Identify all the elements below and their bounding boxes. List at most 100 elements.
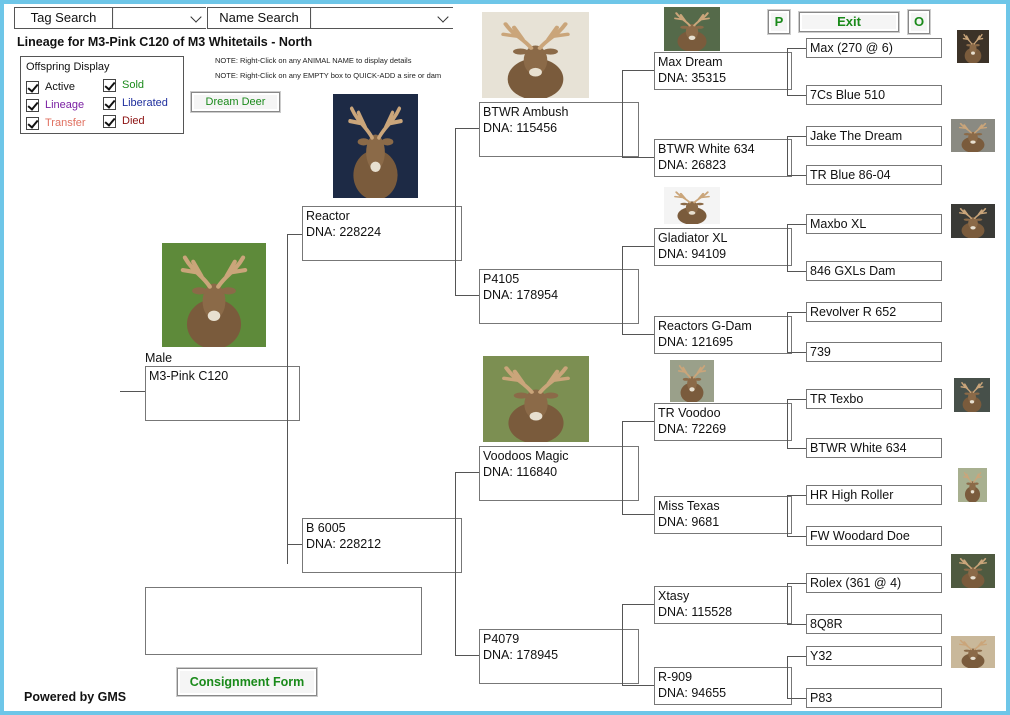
great-grandparent-box[interactable]: Miss Texas DNA: 9681: [654, 496, 792, 534]
animal-name[interactable]: R-909: [658, 669, 692, 685]
animal-name[interactable]: Max (270 @ 6): [810, 40, 893, 56]
animal-name[interactable]: TR Voodoo: [658, 405, 721, 421]
deer-photo[interactable]: [162, 243, 266, 347]
connector-line: [455, 655, 479, 656]
great-great-grandparent-box[interactable]: 8Q8R: [806, 614, 942, 634]
connector-line: [622, 604, 654, 605]
great-great-grandparent-box[interactable]: HR High Roller: [806, 485, 942, 505]
animal-name[interactable]: Revolver R 652: [810, 304, 896, 320]
deer-photo[interactable]: [951, 636, 995, 668]
grandparent-box[interactable]: Voodoos Magic DNA: 116840: [479, 446, 639, 501]
animal-name[interactable]: Maxbo XL: [810, 216, 866, 232]
offspring-checkbox[interactable]: [103, 115, 116, 128]
sire-dam-box[interactable]: Reactor DNA: 228224: [302, 206, 462, 261]
animal-name[interactable]: 7Cs Blue 510: [810, 87, 885, 103]
great-grandparent-box[interactable]: R-909 DNA: 94655: [654, 667, 792, 705]
great-great-grandparent-box[interactable]: Revolver R 652: [806, 302, 942, 322]
deer-photo[interactable]: [333, 94, 418, 198]
animal-name[interactable]: Voodoos Magic: [483, 448, 568, 464]
animal-name[interactable]: 8Q8R: [810, 616, 843, 632]
subject-box[interactable]: M3-Pink C120: [145, 366, 300, 421]
great-great-grandparent-box[interactable]: 846 GXLs Dam: [806, 261, 942, 281]
grandparent-box[interactable]: P4105 DNA: 178954: [479, 269, 639, 324]
animal-name[interactable]: Gladiator XL: [658, 230, 727, 246]
great-great-grandparent-box[interactable]: BTWR White 634: [806, 438, 942, 458]
animal-name[interactable]: B 6005: [306, 520, 346, 536]
deer-photo[interactable]: [664, 187, 720, 224]
great-great-grandparent-box[interactable]: Y32: [806, 646, 942, 666]
name-search-select[interactable]: [312, 8, 453, 28]
animal-name[interactable]: Reactors G-Dam: [658, 318, 752, 334]
dream-deer-button[interactable]: Dream Deer: [191, 92, 280, 112]
animal-name[interactable]: FW Woodard Doe: [810, 528, 910, 544]
p-button[interactable]: P: [768, 10, 790, 34]
great-grandparent-box[interactable]: Reactors G-Dam DNA: 121695: [654, 316, 792, 354]
offspring-checkbox[interactable]: [103, 79, 116, 92]
animal-name[interactable]: Xtasy: [658, 588, 689, 604]
deer-photo[interactable]: [957, 30, 989, 63]
animal-name[interactable]: TR Texbo: [810, 391, 863, 407]
great-great-grandparent-box[interactable]: TR Blue 86-04: [806, 165, 942, 185]
animal-name[interactable]: HR High Roller: [810, 487, 893, 503]
deer-photo[interactable]: [670, 360, 714, 402]
animal-name[interactable]: P83: [810, 690, 832, 706]
animal-name[interactable]: BTWR White 634: [810, 440, 907, 456]
animal-name[interactable]: P4079: [483, 631, 519, 647]
animal-name[interactable]: TR Blue 86-04: [810, 167, 891, 183]
animal-name[interactable]: Y32: [810, 648, 832, 664]
great-great-grandparent-box[interactable]: Rolex (361 @ 4): [806, 573, 942, 593]
offspring-checkbox[interactable]: [26, 99, 39, 112]
deer-photo[interactable]: [664, 7, 720, 51]
empty-info-box[interactable]: [145, 587, 422, 655]
dna-number: DNA: 26823: [658, 158, 727, 172]
great-great-grandparent-box[interactable]: 739: [806, 342, 942, 362]
exit-button[interactable]: Exit: [799, 12, 899, 32]
deer-photo[interactable]: [951, 204, 995, 238]
connector-line: [622, 70, 623, 157]
offspring-checkbox-label: Transfer: [45, 117, 86, 129]
connector-line: [622, 246, 623, 334]
animal-name[interactable]: BTWR White 634: [658, 141, 755, 157]
great-great-grandparent-box[interactable]: 7Cs Blue 510: [806, 85, 942, 105]
animal-name[interactable]: BTWR Ambush: [483, 104, 568, 120]
great-great-grandparent-box[interactable]: Jake The Dream: [806, 126, 942, 146]
deer-photo[interactable]: [483, 356, 589, 442]
animal-name[interactable]: M3-Pink C120: [149, 368, 228, 384]
consignment-form-button[interactable]: Consignment Form: [177, 668, 317, 696]
great-great-grandparent-box[interactable]: Max (270 @ 6): [806, 38, 942, 58]
great-great-grandparent-box[interactable]: Maxbo XL: [806, 214, 942, 234]
deer-photo[interactable]: [958, 468, 987, 502]
great-grandparent-box[interactable]: BTWR White 634 DNA: 26823: [654, 139, 792, 177]
great-great-grandparent-box[interactable]: FW Woodard Doe: [806, 526, 942, 546]
animal-name[interactable]: 739: [810, 344, 831, 360]
great-grandparent-box[interactable]: Gladiator XL DNA: 94109: [654, 228, 792, 266]
offspring-display-title: Offspring Display: [26, 61, 110, 73]
offspring-checkbox[interactable]: [26, 81, 39, 94]
sire-dam-box[interactable]: B 6005 DNA: 228212: [302, 518, 462, 573]
animal-name[interactable]: P4105: [483, 271, 519, 287]
grandparent-box[interactable]: P4079 DNA: 178945: [479, 629, 639, 684]
o-button[interactable]: O: [908, 10, 930, 34]
offspring-checkbox[interactable]: [26, 117, 39, 130]
animal-name[interactable]: Reactor: [306, 208, 350, 224]
connector-line: [622, 421, 623, 514]
great-grandparent-box[interactable]: TR Voodoo DNA: 72269: [654, 403, 792, 441]
animal-name[interactable]: Max Dream: [658, 54, 723, 70]
great-great-grandparent-box[interactable]: P83: [806, 688, 942, 708]
animal-name[interactable]: 846 GXLs Dam: [810, 263, 895, 279]
great-great-grandparent-box[interactable]: TR Texbo: [806, 389, 942, 409]
tag-search-select[interactable]: [114, 8, 206, 28]
great-grandparent-box[interactable]: Max Dream DNA: 35315: [654, 52, 792, 90]
deer-photo[interactable]: [482, 12, 589, 98]
deer-photo[interactable]: [951, 119, 995, 152]
grandparent-box[interactable]: BTWR Ambush DNA: 115456: [479, 102, 639, 157]
animal-name[interactable]: Miss Texas: [658, 498, 720, 514]
animal-name[interactable]: Rolex (361 @ 4): [810, 575, 901, 591]
deer-photo[interactable]: [951, 554, 995, 588]
great-grandparent-box[interactable]: Xtasy DNA: 115528: [654, 586, 792, 624]
animal-name[interactable]: Jake The Dream: [810, 128, 902, 144]
offspring-checkbox[interactable]: [103, 97, 116, 110]
tag-search[interactable]: Tag Search: [14, 7, 206, 29]
deer-photo[interactable]: [954, 378, 990, 412]
name-search[interactable]: Name Search: [207, 7, 453, 29]
